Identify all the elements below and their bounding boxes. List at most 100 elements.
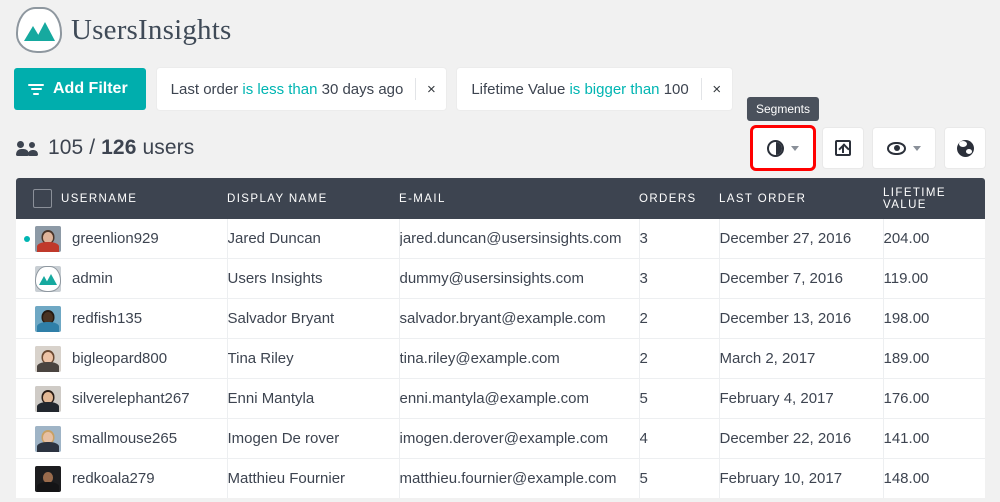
column-header-username[interactable]: USERNAME xyxy=(61,178,227,219)
select-all-checkbox[interactable] xyxy=(33,189,52,208)
cell-display-name: Imogen De rover xyxy=(227,418,400,459)
username-text: greenlion929 xyxy=(72,230,159,247)
cell-last-order: February 10, 2017 xyxy=(719,458,884,498)
count-separator: / xyxy=(89,136,96,159)
user-count: 105 / 126 users xyxy=(48,136,194,160)
cell-email: imogen.derover@example.com xyxy=(399,418,640,459)
export-icon xyxy=(835,140,851,156)
online-status-dot xyxy=(24,235,30,242)
cell-display-name: Enni Mantyla xyxy=(227,378,400,419)
add-filter-label: Add Filter xyxy=(53,80,128,97)
table-header-row: USERNAME DISPLAY NAME E-MAIL ORDERS LAST… xyxy=(16,178,985,219)
cell-username[interactable]: greenlion929 xyxy=(16,219,228,259)
filter-chip-operator: is bigger than xyxy=(569,80,660,98)
table-row[interactable]: redkoala279 Matthieu Fournier matthieu.fou… xyxy=(16,458,985,498)
cell-lifetime-value: 204.00 xyxy=(883,219,985,259)
online-status-dot xyxy=(24,436,30,442)
cell-lifetime-value: 141.00 xyxy=(883,418,985,459)
remove-filter-icon[interactable]: × xyxy=(702,68,732,110)
cell-orders: 4 xyxy=(639,418,720,459)
table-row[interactable]: smallmouse265 Imogen De rover imogen.derov… xyxy=(16,418,985,459)
online-status-dot xyxy=(24,476,30,482)
cell-lifetime-value: 148.00 xyxy=(883,470,930,487)
cell-last-order: December 27, 2016 xyxy=(719,219,884,259)
cell-username[interactable]: bigleopard800 xyxy=(16,338,228,379)
table-row[interactable]: silverelephant267 Enni Mantyla enni.mantyl… xyxy=(16,378,985,419)
chevron-down-icon xyxy=(791,145,799,151)
cell-last-order: December 13, 2016 xyxy=(719,298,884,339)
avatar xyxy=(35,385,61,412)
cell-orders: 2 xyxy=(639,298,720,339)
username-text: redkoala279 xyxy=(72,470,155,487)
funnel-icon xyxy=(28,83,44,96)
table-row[interactable]: redfish135 Salvador Bryant salvador.bryant… xyxy=(16,298,985,339)
cell-last-order: December 22, 2016 xyxy=(719,418,884,459)
cell-username[interactable]: admin xyxy=(16,258,228,299)
cell-username[interactable]: silverelephant267 xyxy=(16,378,228,419)
cell-last-order: December 7, 2016 xyxy=(719,258,884,299)
cell-display-name: Salvador Bryant xyxy=(227,298,400,339)
column-header-email[interactable]: E-MAIL xyxy=(399,178,639,219)
export-button[interactable] xyxy=(823,128,863,168)
brand-name: UsersInsights xyxy=(71,13,232,46)
cell-display-name: Tina Riley xyxy=(227,338,400,379)
cell-username[interactable]: redkoala279 xyxy=(16,458,228,498)
avatar xyxy=(35,425,61,452)
cell-orders: 2 xyxy=(639,338,720,379)
cell-username[interactable]: smallmouse265 xyxy=(16,418,228,459)
table-row[interactable]: bigleopard800 Tina Riley tina.riley@exampl… xyxy=(16,338,985,379)
cell-lifetime-value: 198.00 xyxy=(883,298,985,339)
avatar xyxy=(35,465,61,492)
cell-email: matthieu.fournier@example.com xyxy=(399,458,640,498)
username-text: silverelephant267 xyxy=(72,390,190,407)
online-status-dot xyxy=(24,276,30,282)
column-header-orders[interactable]: ORDERS xyxy=(639,178,719,219)
avatar xyxy=(35,305,61,332)
users-table: USERNAME DISPLAY NAME E-MAIL ORDERS LAST… xyxy=(16,178,985,498)
filter-chip-lifetime-value[interactable]: Lifetime Value is bigger than 100 × xyxy=(457,68,732,110)
globe-icon xyxy=(956,139,974,157)
filter-bar: Add Filter Last order is less than 30 da… xyxy=(0,67,1000,111)
avatar xyxy=(35,345,61,372)
username-text: redfish135 xyxy=(72,310,143,327)
filter-chip-field: Last order xyxy=(170,80,239,98)
cell-email: enni.mantyla@example.com xyxy=(399,378,640,419)
count-unit: users xyxy=(142,136,195,159)
pie-chart-icon xyxy=(767,139,784,157)
filtered-count: 105 xyxy=(48,136,84,159)
username-text: bigleopard800 xyxy=(72,350,168,367)
online-status-dot xyxy=(24,316,30,322)
cell-orders: 3 xyxy=(639,219,720,259)
segments-tooltip: Segments xyxy=(746,97,820,121)
column-header-lifetime-value[interactable]: LIFETIME VALUE xyxy=(883,178,985,219)
column-header-last-order[interactable]: LAST ORDER xyxy=(719,178,883,219)
cell-display-name: Users Insights xyxy=(227,258,400,299)
filter-chip-field: Lifetime Value xyxy=(471,80,566,98)
users-icon xyxy=(16,140,38,156)
cell-display-name: Jared Duncan xyxy=(227,219,400,259)
total-count: 126 xyxy=(101,136,137,159)
table-body: greenlion929 Jared Duncan jared.duncan@use… xyxy=(16,219,985,498)
column-header-display-name[interactable]: DISPLAY NAME xyxy=(227,178,399,219)
geo-map-button[interactable] xyxy=(945,128,985,168)
cell-display-name: Matthieu Fournier xyxy=(227,458,400,498)
filter-chip-value: 30 days ago xyxy=(321,80,404,98)
filter-chip-operator: is less than xyxy=(242,80,318,98)
remove-filter-icon[interactable]: × xyxy=(416,68,446,110)
filter-chip-last-order[interactable]: Last order is less than 30 days ago × xyxy=(156,68,447,110)
visible-columns-button[interactable] xyxy=(873,128,935,168)
cell-lifetime-value: 189.00 xyxy=(883,338,985,379)
table-row[interactable]: admin Users Insights dummy@usersinsights.c… xyxy=(16,258,985,299)
add-filter-button[interactable]: Add Filter xyxy=(14,68,146,110)
users-table-container: USERNAME DISPLAY NAME E-MAIL ORDERS LAST… xyxy=(16,178,985,498)
segments-button[interactable]: Segments xyxy=(746,97,820,171)
cell-username[interactable]: redfish135 xyxy=(16,298,228,339)
cell-last-order: March 2, 2017 xyxy=(719,338,884,379)
chevron-down-icon xyxy=(913,145,921,151)
cell-email: salvador.bryant@example.com xyxy=(399,298,640,339)
cell-email: jared.duncan@usersinsights.com xyxy=(399,219,640,259)
online-status-dot xyxy=(24,396,30,402)
select-all-cell xyxy=(16,178,61,219)
table-row[interactable]: greenlion929 Jared Duncan jared.duncan@use… xyxy=(16,219,985,259)
brand-header: UsersInsights xyxy=(0,0,1000,53)
